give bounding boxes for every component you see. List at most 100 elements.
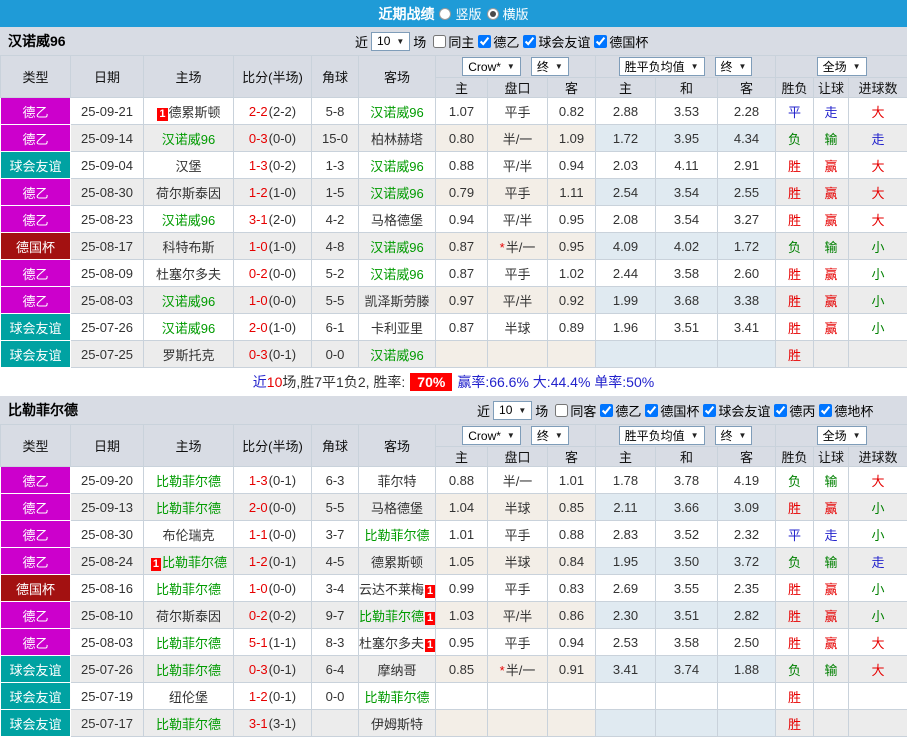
halftime-score: (2-0)	[268, 211, 297, 227]
filter-checkbox-1[interactable]: 德乙	[478, 32, 519, 51]
filter-checkbox-0[interactable]: 同客	[555, 401, 596, 420]
vertical-radio-icon[interactable]	[439, 7, 452, 20]
result-cell: 胜	[775, 601, 815, 629]
filter-checkbox-0-input[interactable]	[555, 403, 569, 417]
home-team-name: 比勒菲尔德	[155, 581, 221, 597]
euro-away-odds	[716, 682, 777, 710]
handicap-line-cell: *半/一	[487, 655, 548, 683]
filter-checkbox-2-label: 德国杯	[660, 403, 700, 419]
handicap-home-odds: 0.87	[435, 232, 488, 260]
score-cell: 2-0(0-0)	[233, 493, 312, 521]
handicap-home-odds: 1.01	[435, 520, 488, 548]
layout-option-horizontal[interactable]: 横版	[486, 4, 529, 23]
corner-cell: 8-3	[311, 628, 359, 656]
filter-checkbox-5-input[interactable]	[819, 403, 833, 417]
bookmaker-select[interactable]: Crow* ▼	[462, 426, 521, 445]
score-cell: 0-2(0-0)	[233, 259, 312, 287]
euro-odds-select[interactable]: 胜平负均值 ▼	[618, 426, 705, 445]
filter-checkbox-3[interactable]: 德国杯	[594, 32, 648, 51]
match-count-select[interactable]: 10 ▼	[493, 400, 533, 420]
euro-away-odds: 2.50	[716, 628, 777, 656]
euro-away-odds: 2.82	[716, 601, 777, 629]
filter-checkbox-1[interactable]: 德乙	[600, 401, 641, 420]
home-team-cell: 比勒菲尔德	[143, 574, 234, 602]
fulltime-score: 1-1	[248, 526, 268, 542]
handicap-away-odds: 1.01	[547, 466, 596, 494]
bookmaker-select[interactable]: Crow* ▼	[462, 57, 521, 76]
euro-home-odds: 2.03	[595, 151, 656, 179]
chevron-down-icon: ▼	[506, 431, 515, 440]
euro-home-odds: 2.44	[595, 259, 656, 287]
euro-draw-odds: 3.50	[655, 547, 718, 575]
filter-checkbox-0[interactable]: 同主	[433, 32, 474, 51]
euro-draw-odds: 3.55	[655, 574, 718, 602]
handicap-line: 半/一	[502, 473, 533, 489]
away-team-name: 伊姆斯特	[370, 716, 423, 732]
column-header-4: 角球	[311, 424, 359, 467]
euro-time-select[interactable]: 终 ▼	[714, 426, 753, 445]
away-team-cell: 汉诺威96	[358, 232, 436, 260]
filter-checkbox-4[interactable]: 德丙	[774, 401, 815, 420]
fulltime-score: 1-3	[248, 472, 268, 488]
table-body: 德乙 25-09-21 1 德累斯顿 2-2(2-2) 5-8 汉诺威96 1.07 平手 0.8…	[0, 97, 907, 368]
halftime-score: (1-1)	[268, 634, 297, 650]
euro-away-odds: 2.35	[716, 574, 777, 602]
layout-option-vertical[interactable]: 竖版	[439, 4, 482, 23]
handicap-line-cell	[487, 340, 548, 368]
euro-odds-select[interactable]: 胜平负均值 ▼	[618, 57, 705, 76]
filter-checkbox-1-input[interactable]	[478, 34, 492, 48]
home-team-name: 汉堡	[175, 158, 202, 174]
euro-draw-odds: 3.54	[655, 205, 718, 233]
summary-prefix: 近	[252, 374, 267, 390]
euro-home-odds	[595, 682, 656, 710]
chevron-down-icon: ▼	[554, 431, 563, 440]
fulltime-score: 2-0	[248, 499, 268, 515]
euro-away-odds: 4.34	[716, 124, 777, 152]
fulltime-scope-select[interactable]: 全场 ▼	[816, 57, 867, 76]
date-cell: 25-09-13	[70, 493, 144, 521]
match-count-select[interactable]: 10 ▼	[371, 31, 411, 51]
filter-checkbox-5[interactable]: 德地杯	[819, 401, 873, 420]
filter-checkbox-1-input[interactable]	[600, 403, 614, 417]
euro-draw-odds	[655, 709, 718, 737]
filter-checkbox-2[interactable]: 球会友谊	[523, 32, 590, 51]
euro-time-select-value: 终	[720, 60, 733, 74]
handicap-result-cell: 赢	[813, 628, 850, 656]
score-cell: 2-2(2-2)	[233, 97, 312, 125]
away-team-cell: 伊姆斯特	[358, 709, 436, 737]
dropdown-row: 类型 日期 主场 比分(半场) 角球 客场 Crow* ▼ 终 ▼ 胜平负均值 ▼ 终 ▼ 全场 ▼	[0, 424, 907, 467]
league-cell: 球会友谊	[0, 655, 71, 683]
away-team-cell: 德累斯顿	[358, 547, 436, 575]
column-header-13: 让球	[813, 446, 850, 467]
filter-checkbox-2-input[interactable]	[523, 34, 537, 48]
scope-dropdown: 全场 ▼	[775, 55, 907, 78]
handicap-result-cell: 赢	[813, 601, 850, 629]
filter-checkbox-2[interactable]: 德国杯	[645, 401, 699, 420]
filter-checkbox-2-input[interactable]	[645, 403, 659, 417]
away-team-cell: 汉诺威96	[358, 340, 436, 368]
handicap-time-select[interactable]: 终 ▼	[530, 57, 569, 76]
filter-checkbox-2-label: 球会友谊	[538, 34, 591, 50]
results-table: 类型 日期 主场 比分(半场) 角球 客场 Crow* ▼ 终 ▼ 胜平负均值 ▼ 终 ▼ 全场 ▼ 主盘口客主…	[0, 424, 907, 737]
filter-checkbox-0-input[interactable]	[433, 34, 447, 48]
away-team-cell: 马格德堡	[358, 493, 436, 521]
filter-checkbox-3[interactable]: 球会友谊	[703, 401, 770, 420]
filter-checkbox-3-input[interactable]	[703, 403, 717, 417]
match-row: 德乙 25-09-21 1 德累斯顿 2-2(2-2) 5-8 汉诺威96 1.07 平手 0.8…	[0, 97, 907, 125]
horizontal-radio-icon[interactable]	[486, 7, 499, 20]
corner-cell: 1-5	[311, 178, 359, 206]
goals-result-cell: 大	[848, 466, 907, 494]
match-row: 球会友谊 25-07-19 纽伦堡 1-2(0-1) 0-0 比勒菲尔德胜	[0, 682, 907, 710]
home-team-cell: 汉诺威96	[143, 313, 234, 341]
euro-time-select[interactable]: 终 ▼	[714, 57, 753, 76]
handicap-result-cell	[813, 709, 850, 737]
away-team-name: 杜塞尔多夫	[359, 635, 425, 651]
handicap-line-cell: 平/半	[487, 286, 548, 314]
away-team-cell: 卡利亚里	[358, 313, 436, 341]
fulltime-scope-select[interactable]: 全场 ▼	[816, 426, 867, 445]
filter-checkbox-3-input[interactable]	[594, 34, 608, 48]
filter-checkbox-4-input[interactable]	[774, 403, 788, 417]
handicap-time-select[interactable]: 终 ▼	[530, 426, 569, 445]
euro-draw-odds: 3.58	[655, 259, 718, 287]
league-cell: 德乙	[0, 286, 71, 314]
